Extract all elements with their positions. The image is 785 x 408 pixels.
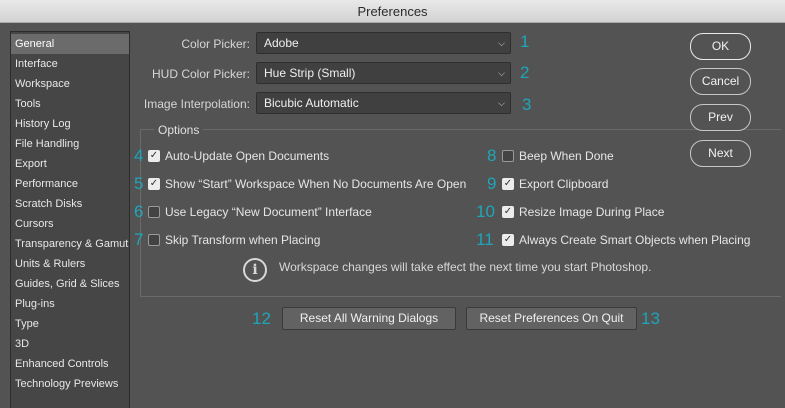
hud-color-picker-select[interactable]: Hue Strip (Small) ⌵ [256,62,511,84]
sidebar-item-file-handling[interactable]: File Handling [11,134,129,154]
workspace-changes-note: Workspace changes will take effect the n… [279,260,652,274]
sidebar-item-transparency-gamut[interactable]: Transparency & Gamut [11,234,129,254]
sidebar-item-units-rulers[interactable]: Units & Rulers [11,254,129,274]
annotation-marker-3: 3 [522,95,532,114]
sidebar-item-technology-previews[interactable]: Technology Previews [11,374,129,394]
window-title: Preferences [0,0,785,23]
chevron-down-icon: ⌵ [498,68,505,78]
next-button[interactable]: Next [690,140,751,167]
preferences-sidebar: General Interface Workspace Tools Histor… [10,31,130,408]
prev-button[interactable]: Prev [690,104,751,131]
ok-button[interactable]: OK [690,33,751,60]
sidebar-item-performance[interactable]: Performance [11,174,129,194]
sidebar-item-general[interactable]: General [11,34,129,54]
annotation-marker-11: 11 [476,230,494,249]
annotation-marker-7: 7 [134,230,144,249]
sidebar-item-3d[interactable]: 3D [11,334,129,354]
annotation-marker-6: 6 [134,202,144,221]
checkbox-checked[interactable]: ✓ [148,150,160,162]
chevron-down-icon: ⌵ [498,38,505,48]
sidebar-item-type[interactable]: Type [11,314,129,334]
sidebar-item-scratch-disks[interactable]: Scratch Disks [11,194,129,214]
annotation-marker-10: 10 [476,202,495,221]
annotation-marker-8: 8 [487,146,497,165]
hud-color-picker-value: Hue Strip (Small) [264,66,356,80]
sidebar-item-export[interactable]: Export [11,154,129,174]
checkbox-checked[interactable]: ✓ [148,178,160,190]
checkbox-checked[interactable]: ✓ [502,178,514,190]
checkbox-unchecked[interactable] [502,150,514,162]
checkbox-unchecked[interactable] [148,206,160,218]
sidebar-item-guides-grid-slices[interactable]: Guides, Grid & Slices [11,274,129,294]
reset-all-warning-dialogs-button[interactable]: Reset All Warning Dialogs [282,307,456,330]
image-interpolation-label: Image Interpolation: [143,97,250,111]
color-picker-label: Color Picker: [181,37,250,51]
image-interpolation-value: Bicubic Automatic [264,96,359,110]
annotation-marker-13: 13 [641,309,660,328]
options-title: Options [154,123,204,137]
info-icon: i [243,258,267,282]
annotation-marker-2: 2 [520,63,530,82]
reset-preferences-on-quit-button[interactable]: Reset Preferences On Quit [466,307,637,330]
sidebar-item-workspace[interactable]: Workspace [11,74,129,94]
checkbox-checked[interactable]: ✓ [502,234,514,246]
chevron-down-icon: ⌵ [498,98,505,108]
sidebar-item-interface[interactable]: Interface [11,54,129,74]
checkbox-checked[interactable]: ✓ [502,206,514,218]
annotation-marker-4: 4 [134,146,144,165]
annotation-marker-1: 1 [520,32,530,51]
color-picker-value: Adobe [264,36,299,50]
sidebar-item-cursors[interactable]: Cursors [11,214,129,234]
checkbox-unchecked[interactable] [148,234,160,246]
annotation-marker-9: 9 [487,174,497,193]
sidebar-item-tools[interactable]: Tools [11,94,129,114]
sidebar-item-enhanced-controls[interactable]: Enhanced Controls [11,354,129,374]
hud-color-picker-label: HUD Color Picker: [151,67,250,81]
annotation-marker-12: 12 [252,309,271,328]
cancel-button[interactable]: Cancel [690,68,751,95]
image-interpolation-select[interactable]: Bicubic Automatic ⌵ [256,92,511,114]
sidebar-item-history-log[interactable]: History Log [11,114,129,134]
sidebar-item-plug-ins[interactable]: Plug-ins [11,294,129,314]
annotation-marker-5: 5 [134,174,144,193]
color-picker-select[interactable]: Adobe ⌵ [256,32,511,54]
